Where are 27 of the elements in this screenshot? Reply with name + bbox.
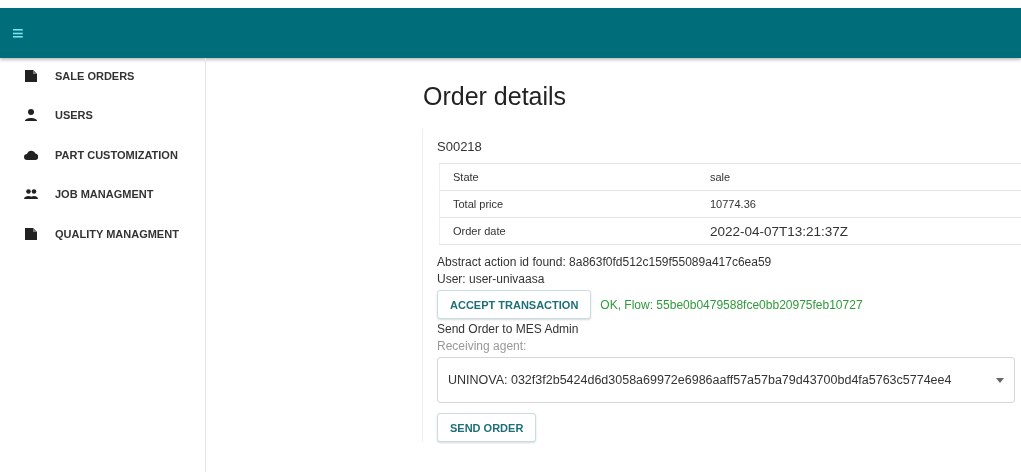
document-icon [24, 226, 38, 241]
detail-value: 2022-04-07T13:21:37Z [710, 223, 849, 239]
detail-label: State [452, 171, 480, 183]
sidebar-item[interactable]: JOB MANAGMENT [0, 180, 205, 220]
sidebar-item[interactable]: PART CUSTOMIZATION [0, 141, 205, 181]
flow-status: OK, Flow: 55be0b0479588fce0bb20975feb10727 [600, 297, 863, 312]
sidebar-item[interactable]: QUALITY MANAGMENT [0, 220, 205, 260]
people-icon [24, 187, 38, 202]
order-id: S00218 [437, 139, 483, 154]
document-icon [24, 68, 38, 83]
detail-value: 10774.36 [710, 198, 756, 210]
menu-icon[interactable]: ≡ [12, 23, 24, 43]
accept-transaction-button[interactable]: ACCEPT TRANSACTION [437, 290, 592, 319]
sidebar-item[interactable]: SALE ORDERS [0, 62, 205, 102]
sidebar-item[interactable]: USERS [0, 101, 205, 141]
send-order-button[interactable]: SEND ORDER [437, 413, 537, 442]
agent-select[interactable]: UNINOVA: 032f3f2b5424d6d3058a69972e6986aaff57a57ba79d43700bd4fa5763c5774ee4 [437, 357, 1015, 403]
field-label: Receiving agent: [437, 339, 528, 353]
person-icon [24, 108, 38, 123]
caret-icon [996, 377, 1004, 383]
page-title: Order details [422, 82, 568, 111]
user-text: User: user-univaasa [437, 271, 546, 288]
detail-label: Total price [452, 198, 505, 210]
send-order-heading: Send Order to MES Admin [437, 321, 580, 338]
action-id-text: Abstract action id found: 8a863f0fd512c159f55089a417c6ea59 [437, 254, 773, 271]
detail-value: sale [710, 171, 731, 183]
detail-label: Order date [452, 225, 507, 237]
